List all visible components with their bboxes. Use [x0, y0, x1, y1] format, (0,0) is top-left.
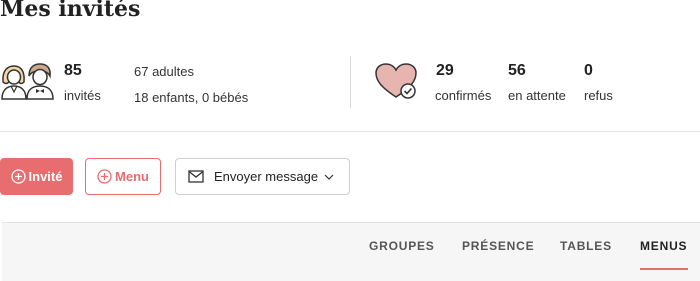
- active-tab-indicator: [640, 268, 688, 270]
- pending-count: 56: [508, 62, 526, 79]
- confirmed-count: 29: [436, 62, 454, 79]
- send-message-label: Envoyer message: [214, 169, 319, 184]
- total-guests-label: invités: [64, 88, 101, 103]
- adults-count: 67 adultes: [134, 64, 194, 79]
- add-guest-label: Invité: [28, 169, 63, 184]
- chevron-down-icon: [324, 174, 334, 180]
- heart-check-icon: [375, 63, 417, 99]
- page-title: Mes invités: [0, 0, 141, 22]
- plus-circle-icon: [10, 169, 26, 184]
- tab-tables[interactable]: TABLES: [560, 239, 612, 253]
- stats-divider: [350, 56, 351, 108]
- children-babies-count: 18 enfants, 0 bébés: [134, 90, 249, 105]
- declined-count: 0: [584, 62, 593, 79]
- total-guests-count: 85: [64, 62, 82, 79]
- declined-label: refus: [584, 88, 613, 103]
- confirmed-label: confirmés: [435, 88, 492, 103]
- couple-icon: [1, 63, 54, 100]
- tab-attendance[interactable]: PRÉSENCE: [462, 239, 534, 253]
- tab-bar: GROUPES PRÉSENCE TABLES MENUS: [2, 222, 700, 281]
- tab-groups[interactable]: GROUPES: [369, 239, 435, 253]
- send-message-dropdown[interactable]: Envoyer message: [175, 158, 350, 195]
- add-menu-button[interactable]: Menu: [85, 158, 161, 195]
- tab-menus[interactable]: MENUS: [640, 239, 687, 253]
- plus-circle-icon: [97, 169, 112, 184]
- mail-icon: [188, 170, 204, 183]
- section-divider: [0, 131, 700, 132]
- add-menu-label: Menu: [115, 169, 149, 184]
- pending-label: en attente: [508, 88, 566, 103]
- add-guest-button[interactable]: Invité: [0, 158, 73, 195]
